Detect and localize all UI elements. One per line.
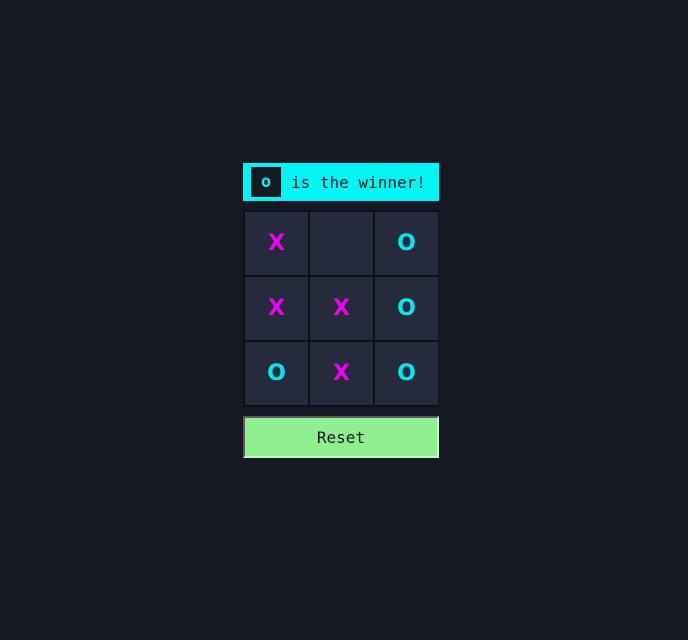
board-cell-1[interactable] [309, 211, 374, 276]
game-container: o is the winner! X O X X O O X O Reset [243, 163, 439, 458]
board-cell-3[interactable]: X [244, 276, 309, 341]
board-cell-5[interactable]: O [374, 276, 439, 341]
reset-button[interactable]: Reset [243, 416, 439, 458]
board-cell-4[interactable]: X [309, 276, 374, 341]
game-board: X O X X O O X O [243, 210, 439, 407]
board-cell-0[interactable]: X [244, 211, 309, 276]
board-cell-6[interactable]: O [244, 341, 309, 406]
board-cell-2[interactable]: O [374, 211, 439, 276]
winner-symbol-badge: o [251, 167, 281, 197]
status-message: is the winner! [291, 172, 426, 192]
board-cell-8[interactable]: O [374, 341, 439, 406]
status-banner: o is the winner! [243, 163, 439, 201]
board-cell-7[interactable]: X [309, 341, 374, 406]
